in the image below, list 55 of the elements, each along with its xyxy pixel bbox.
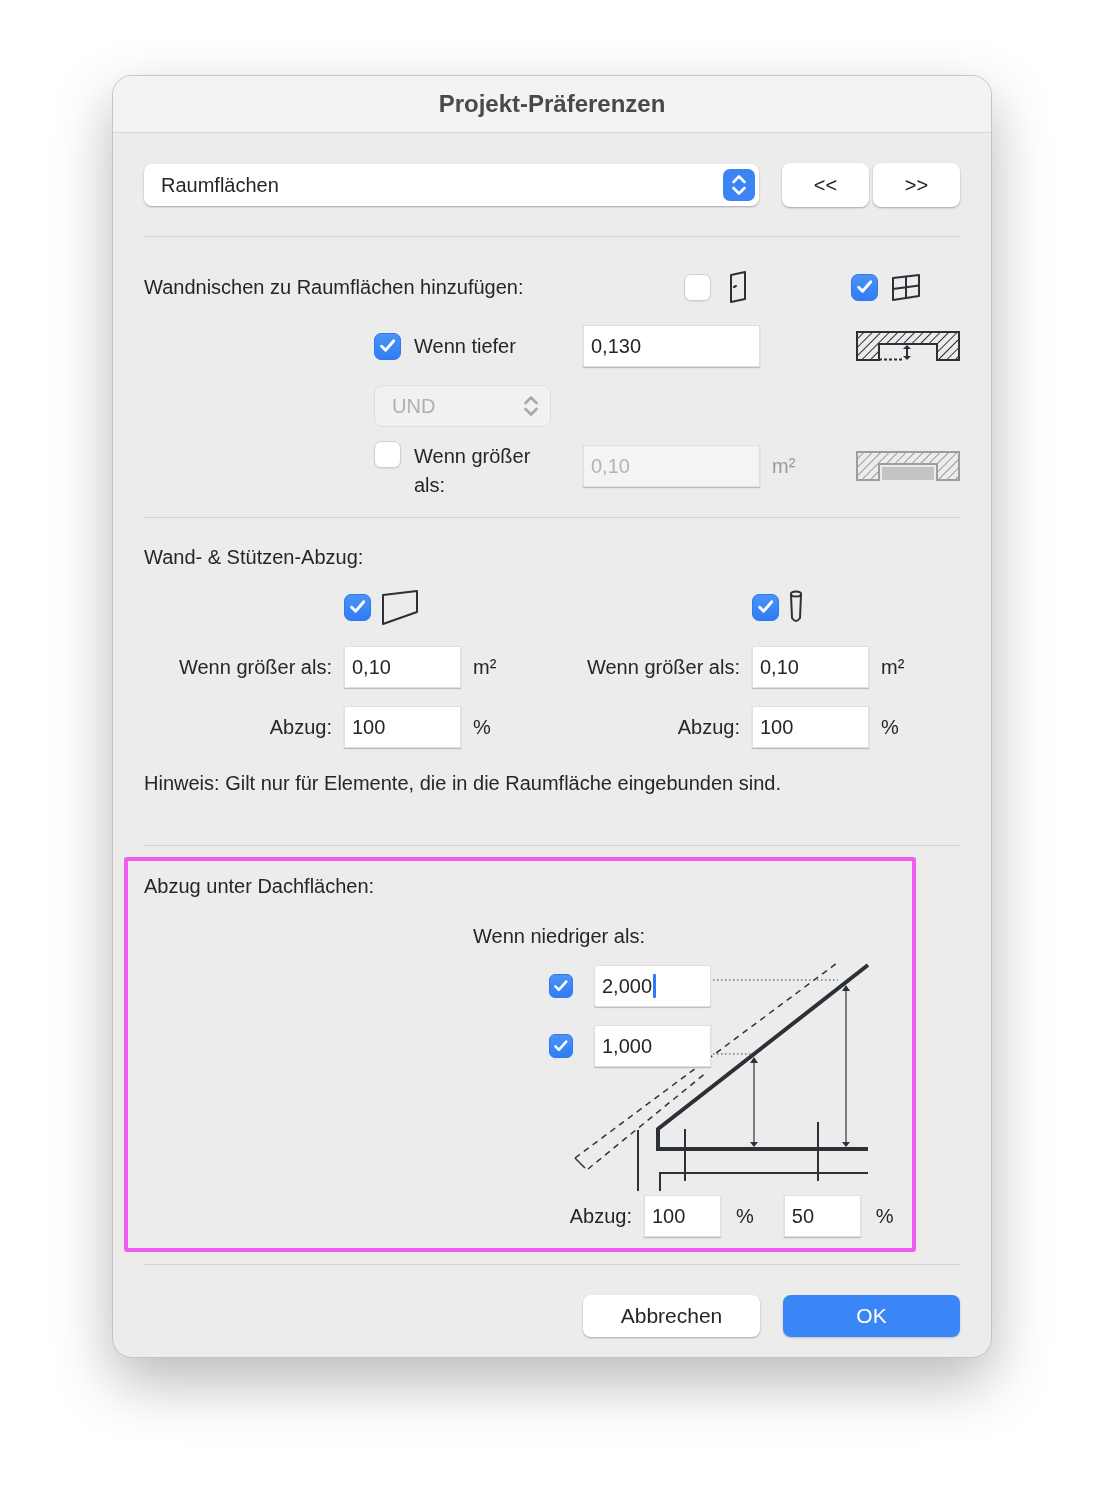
note-text: Hinweis: Gilt nur für Elemente, die in die Raumfläche eingebunden sind. [144,771,782,796]
input-field[interactable]: 50 [783,1195,861,1237]
checkmark-icon [554,980,568,992]
unit-label: % [875,1205,894,1227]
checkmark-icon [856,280,873,294]
field-label: Abzug: [269,715,332,740]
niche-area-icon [856,451,960,481]
option-label: Wenn größer als: [414,444,532,498]
input-field[interactable]: 100 [644,1195,721,1237]
input-field[interactable]: 0,10 [752,646,869,688]
chevron-updown-icon [723,169,755,201]
section-label: Wandnischen zu Raumflächen hinzufügen: [144,276,524,298]
chevron-updown-icon [524,396,538,416]
window-icon [891,273,921,301]
input-field[interactable]: 0,130 [583,325,760,367]
category-dropdown[interactable]: Raumflächen [144,164,759,206]
column-icon [789,590,803,624]
input-field[interactable]: 100 [752,706,869,748]
unit-label: m² [772,455,796,477]
unit-label: m² [881,656,905,678]
input-field[interactable]: 0,10 [344,646,461,688]
text-cursor [653,974,657,998]
window-title: Projekt-Präferenzen [438,89,666,119]
checkbox[interactable] [549,974,573,998]
checkmark-icon [379,339,396,353]
checkbox[interactable] [752,593,779,621]
checkbox[interactable] [374,332,401,360]
input-field[interactable]: 100 [344,706,461,748]
section-label: Wand- & Stützen-Abzug: [144,545,364,570]
field-label: Abzug: [677,715,740,740]
input-field[interactable]: 2,000 [594,965,711,1007]
field-label: Wenn größer als: [178,655,332,680]
nav-button[interactable]: >> [873,163,960,207]
field-label: Wenn niedriger als: [473,924,645,949]
option-label: Wenn tiefer [414,335,516,357]
unit-label: % [473,716,491,738]
section-label: Abzug unter Dachflächen: [144,874,375,899]
field-label: Wenn größer als: [586,655,740,680]
door-icon [729,270,747,304]
checkmark-icon [349,600,366,614]
wall-icon [381,588,419,626]
nav-button[interactable]: << [782,163,869,207]
unit-label: % [881,716,899,738]
checkbox[interactable] [344,593,371,621]
checkbox[interactable] [851,273,878,301]
checkbox[interactable] [549,1034,573,1058]
unit-label: % [736,1205,754,1227]
field-label: Abzug: [569,1204,632,1229]
niche-depth-icon [856,331,960,361]
checkmark-icon [554,1040,568,1052]
checkmark-icon [757,600,774,614]
ok-button[interactable]: OK [783,1295,960,1337]
input-field[interactable]: 1,000 [594,1025,711,1067]
cancel-button[interactable]: Abbrechen [583,1295,760,1337]
unit-label: m² [473,656,497,678]
